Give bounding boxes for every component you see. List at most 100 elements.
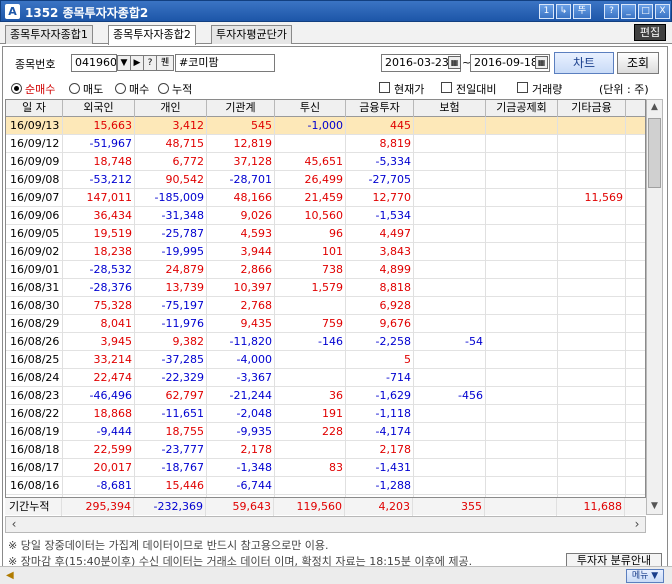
table-row[interactable]: 16/08/25 33,214 -37,285 -4,000 5 xyxy=(6,351,645,369)
help-search-button[interactable]: ? xyxy=(143,55,157,71)
value-cell: 1,579 xyxy=(275,279,346,297)
table-row[interactable]: 16/08/17 20,017 -18,767 -1,348 83 -1,431 xyxy=(6,459,645,477)
close-icon[interactable]: X xyxy=(655,4,670,19)
date-cell: 16/08/24 xyxy=(6,369,63,387)
tab-investor-summary-2[interactable]: 종목투자자종합2 xyxy=(108,25,196,45)
value-cell: 48,166 xyxy=(207,189,275,207)
dropdown-icon[interactable]: ▼ xyxy=(117,55,131,71)
date-cell: 16/08/16 xyxy=(6,477,63,495)
vertical-scrollbar[interactable]: ▲ ▼ xyxy=(646,99,663,515)
value-cell: -75,197 xyxy=(135,297,207,315)
table-row[interactable]: 16/08/18 22,599 -23,777 2,178 2,178 xyxy=(6,441,645,459)
column-header[interactable]: 투신 xyxy=(275,100,346,117)
next-stock-icon[interactable]: ▶ xyxy=(130,55,144,71)
scroll-left-icon[interactable]: ‹ xyxy=(6,517,22,532)
link-icon[interactable]: ↳ xyxy=(556,4,571,19)
value-cell xyxy=(414,459,486,477)
table-row[interactable]: 16/09/07 147,011 -185,009 48,166 21,459 12,77… xyxy=(6,189,645,207)
table-row[interactable]: 16/09/08 -53,212 90,542 -28,701 26,499 -27,70… xyxy=(6,171,645,189)
check-prev-day-change[interactable] xyxy=(441,82,452,93)
value-cell xyxy=(486,261,558,279)
column-header[interactable]: 기타금융 xyxy=(558,100,626,117)
scroll-up-icon[interactable]: ▲ xyxy=(647,100,662,115)
value-cell xyxy=(486,441,558,459)
value-cell: 4,497 xyxy=(346,225,414,243)
calendar-icon[interactable]: ▦ xyxy=(535,56,548,69)
value-cell: 37,128 xyxy=(207,153,275,171)
value-cell xyxy=(558,423,626,441)
column-header[interactable]: 기금공제회 xyxy=(486,100,558,117)
scroll-right-icon[interactable]: › xyxy=(629,517,645,532)
radio-sell[interactable] xyxy=(69,83,80,94)
value-cell: -9,444 xyxy=(63,423,135,441)
value-cell xyxy=(414,423,486,441)
table-row[interactable]: 16/08/26 3,945 9,382 -11,820 -146 -2,258 -54 xyxy=(6,333,645,351)
value-cell: 90,542 xyxy=(135,171,207,189)
table-row[interactable]: 16/08/30 75,328 -75,197 2,768 6,928 xyxy=(6,297,645,315)
table-row[interactable]: 16/09/05 19,519 -25,787 4,593 96 4,497 xyxy=(6,225,645,243)
calendar-icon[interactable]: ▦ xyxy=(448,56,461,69)
tab-investor-summary-1[interactable]: 종목투자자종합1 xyxy=(5,25,93,44)
value-cell: -11,820 xyxy=(207,333,275,351)
radio-cumulative[interactable] xyxy=(158,83,169,94)
table-row[interactable]: 16/09/13 15,663 3,412 545 -1,000 445 xyxy=(6,117,645,135)
table-row[interactable]: 16/09/09 18,748 6,772 37,128 45,651 -5,334 xyxy=(6,153,645,171)
search-button[interactable]: 조회 xyxy=(617,52,659,74)
jump-button[interactable]: 퀜 xyxy=(156,55,174,71)
column-header[interactable]: 보험 xyxy=(414,100,486,117)
radio-buy[interactable] xyxy=(115,83,126,94)
totals-cell: 355 xyxy=(413,498,485,516)
chart-button[interactable]: 차트 xyxy=(554,52,614,74)
check-current-price[interactable] xyxy=(379,82,390,93)
table-row[interactable]: 16/08/31 -28,376 13,739 10,397 1,579 8,818 xyxy=(6,279,645,297)
value-cell: -5,334 xyxy=(346,153,414,171)
table-row[interactable]: 16/08/16 -8,681 15,446 -6,744 -1,288 xyxy=(6,477,645,495)
totals-cell: 11,688 xyxy=(557,498,625,516)
value-cell: -1,118 xyxy=(346,405,414,423)
speaker-icon[interactable]: ◀ xyxy=(6,570,18,582)
value-cell: 147,011 xyxy=(63,189,135,207)
radio-net-buy[interactable] xyxy=(11,83,22,94)
value-cell: 545 xyxy=(207,117,275,135)
scroll-down-icon[interactable]: ▼ xyxy=(647,499,662,514)
column-header[interactable]: 외국인 xyxy=(63,100,135,117)
value-cell xyxy=(414,369,486,387)
menu-button[interactable]: 메뉴 ▼ xyxy=(626,569,664,583)
table-row[interactable]: 16/08/29 8,041 -11,976 9,435 759 9,676 xyxy=(6,315,645,333)
stock-code-input[interactable]: 041960 xyxy=(71,54,117,72)
table-row[interactable]: 16/08/19 -9,444 18,755 -9,935 228 -4,174 xyxy=(6,423,645,441)
stock-code-label: 종목번호 xyxy=(15,58,56,71)
column-header[interactable]: 일 자 xyxy=(6,100,63,117)
value-cell: 20,017 xyxy=(63,459,135,477)
value-cell: 101 xyxy=(275,243,346,261)
table-row[interactable]: 16/09/12 -51,967 48,715 12,819 8,819 xyxy=(6,135,645,153)
check-volume[interactable] xyxy=(517,82,528,93)
font-toggle-button[interactable]: 뚜 xyxy=(573,4,591,19)
column-header[interactable]: 금융투자 xyxy=(346,100,414,117)
link-number-button[interactable]: 1 xyxy=(539,4,554,19)
totals-label: 기간누적 xyxy=(5,498,62,516)
table-row[interactable]: 16/09/02 18,238 -19,995 3,944 101 3,843 xyxy=(6,243,645,261)
table-row[interactable]: 16/09/01 -28,532 24,879 2,866 738 4,899 xyxy=(6,261,645,279)
totals-cell xyxy=(485,498,557,516)
table-row[interactable]: 16/08/22 18,868 -11,651 -2,048 191 -1,118 xyxy=(6,405,645,423)
table-row[interactable]: 16/09/06 36,434 -31,348 9,026 10,560 -1,534 xyxy=(6,207,645,225)
horizontal-scrollbar[interactable]: ‹ › xyxy=(5,516,646,533)
table-row[interactable]: 16/08/24 22,474 -22,329 -3,367 -714 xyxy=(6,369,645,387)
column-header[interactable]: 기관계 xyxy=(207,100,275,117)
tab-investor-avg-price[interactable]: 투자자평균단가 xyxy=(211,25,292,44)
table-row[interactable]: 16/08/23 -46,496 62,797 -21,244 36 -1,629 -456 xyxy=(6,387,645,405)
help-icon[interactable]: ? xyxy=(604,4,619,19)
totals-cell: 59,643 xyxy=(206,498,274,516)
edit-button[interactable]: 편집 xyxy=(634,24,666,41)
radio-net-buy-label: 순매수 xyxy=(25,83,56,96)
value-cell xyxy=(486,405,558,423)
minimize-icon[interactable]: _ xyxy=(621,4,636,19)
scroll-thumb[interactable] xyxy=(648,118,661,188)
column-header[interactable]: 개인 xyxy=(135,100,207,117)
totals-cell: 119,560 xyxy=(274,498,345,516)
value-cell: 2,178 xyxy=(207,441,275,459)
maximize-icon[interactable]: □ xyxy=(638,4,653,19)
date-cell: 16/08/18 xyxy=(6,441,63,459)
title-bar: A 1352 종목투자자종합2 1 ↳ 뚜 ? _ □ X xyxy=(0,0,672,22)
